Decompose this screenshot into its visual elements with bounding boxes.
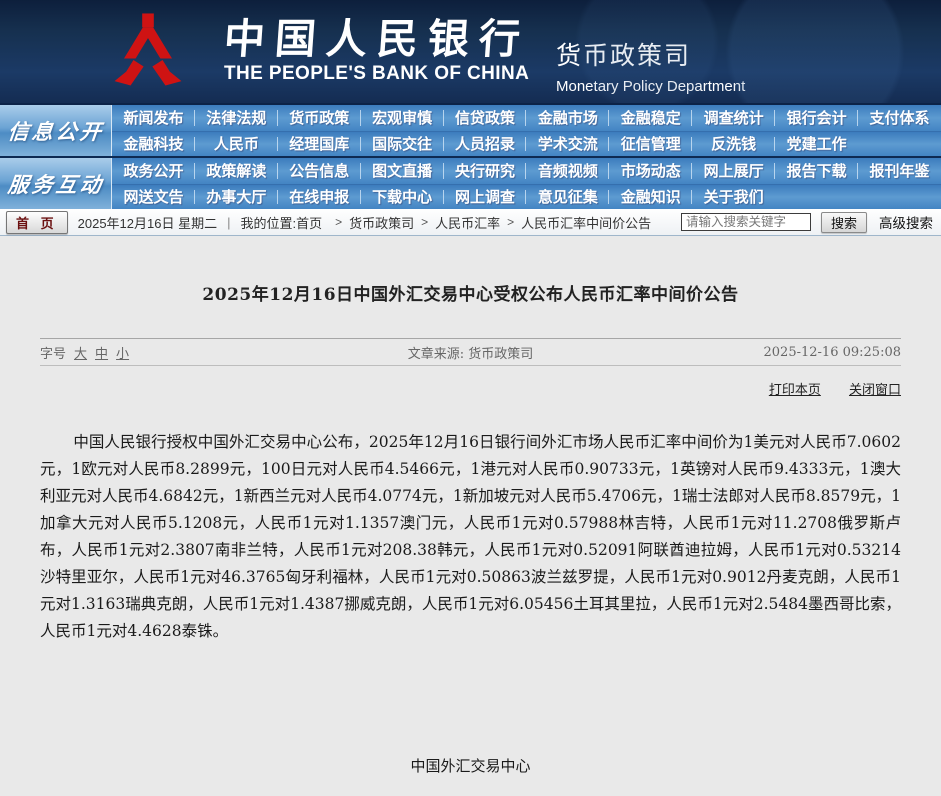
nav-item-policy-interpretation[interactable]: 政策解读 [195,158,278,184]
nav-item-fintech[interactable]: 金融科技 [112,132,195,157]
nav-item-monetary-policy[interactable]: 货币政策 [278,105,361,131]
article-source: 文章来源: 货币政策司 [301,343,640,362]
nav-item-research[interactable]: 央行研究 [444,158,527,184]
nav-item-news[interactable]: 新闻发布 [112,105,195,131]
dept-name-cn: 货币政策司 [556,36,745,72]
nav-section-service: 服务互动 政务公开 政策解读 公告信息 图文直播 央行研究 音频视频 市场动态 … [0,156,941,209]
breadcrumb-dept[interactable]: 货币政策司 [349,213,414,232]
nav-item-international[interactable]: 国际交往 [361,132,444,157]
pboc-logo-icon [100,12,196,92]
nav-item-credit-reporting[interactable]: 征信管理 [609,132,692,157]
search-button[interactable]: 搜索 [821,212,867,233]
nav-item-laws[interactable]: 法律法规 [195,105,278,131]
breadcrumb-arrow: > [507,215,514,229]
dept-name-en: Monetary Policy Department [556,78,745,95]
breadcrumb-announcement[interactable]: 人民币汇率中间价公告 [521,213,651,232]
nav-item-anti-money-laundering[interactable]: 反洗钱 [692,132,775,157]
nav-item-online-filing[interactable]: 在线申报 [278,185,361,210]
article-content: 2025年12月16日中国外汇交易中心受权公布人民币汇率中间价公告 字号 大 中… [0,280,941,796]
nav-item-credit-policy[interactable]: 信贷政策 [444,105,527,131]
article-timestamp: 2025-12-16 09:25:08 [640,345,901,360]
nav-row-1: 新闻发布 法律法规 货币政策 宏观审慎 信贷政策 金融市场 金融稳定 调查统计 … [112,105,941,131]
article-title: 2025年12月16日中国外汇交易中心受权公布人民币汇率中间价公告 [40,280,901,305]
bank-title-block: 中国人民银行 THE PEOPLE'S BANK OF CHINA [224,18,530,85]
nav-item-service-hall[interactable]: 办事大厅 [195,185,278,210]
bank-name-en: THE PEOPLE'S BANK OF CHINA [224,63,530,85]
article-meta-row: 字号 大 中 小 文章来源: 货币政策司 2025-12-16 09:25:08 [40,338,901,366]
fontsize-controls: 字号 大 中 小 [40,343,301,362]
article-actions: 打印本页 关闭窗口 [40,379,901,398]
fontsize-label: 字号 [40,343,66,362]
nav-rows-info: 新闻发布 法律法规 货币政策 宏观审慎 信贷政策 金融市场 金融稳定 调查统计 … [112,105,941,156]
nav-item-online-gallery[interactable]: 网上展厅 [692,158,775,184]
article-signature: 中国外汇交易中心 [40,755,901,776]
current-date: 2025年12月16日 星期二 [78,213,217,232]
nav-item-survey-statistics[interactable]: 调查统计 [692,105,775,131]
nav-item-audio-video[interactable]: 音频视频 [526,158,609,184]
nav-item-financial-knowledge[interactable]: 金融知识 [609,185,692,210]
nav-section-info: 信息公开 新闻发布 法律法规 货币政策 宏观审慎 信贷政策 金融市场 金融稳定 … [0,105,941,156]
nav-item-macro-prudential[interactable]: 宏观审慎 [361,105,444,131]
nav-label-text: 服务互动 [6,169,105,199]
fontsize-small-link[interactable]: 小 [116,343,129,362]
nav-item-gov-disclosure[interactable]: 政务公开 [112,158,195,184]
nav-item-party-building[interactable]: 党建工作 [775,132,858,157]
breadcrumb-arrow: > [335,215,342,229]
nav-row-4: 网送文告 办事大厅 在线申报 下载中心 网上调查 意见征集 金融知识 关于我们 [112,184,941,210]
fontsize-large-link[interactable]: 大 [74,343,87,362]
nav-item-periodicals[interactable]: 报刊年鉴 [858,158,941,184]
breadcrumb-arrow: > [421,215,428,229]
nav-rows-service: 政务公开 政策解读 公告信息 图文直播 央行研究 音频视频 市场动态 网上展厅 … [112,158,941,209]
nav-label-text: 信息公开 [6,116,105,146]
divider: | [227,215,230,230]
breadcrumb-bar: 首 页 2025年12月16日 星期二 | 我的位置:首页 > 货币政策司 > … [0,209,941,236]
close-window-link[interactable]: 关闭窗口 [849,383,901,398]
bank-name-cn: 中国人民银行 [222,18,531,61]
nav-label-service-interaction[interactable]: 服务互动 [0,158,112,209]
nav-item-download-center[interactable]: 下载中心 [361,185,444,210]
nav-item-rmb[interactable]: 人民币 [195,132,278,157]
article-body: 中国人民银行授权中国外汇交易中心公布，2025年12月16日银行间外汇市场人民币… [40,429,901,645]
breadcrumb-rmb-rate[interactable]: 人民币汇率 [435,213,500,232]
location-label: 我的位置:首页 [240,213,322,232]
search-input[interactable] [681,213,811,231]
print-page-link[interactable]: 打印本页 [769,383,821,398]
nav-item-online-survey[interactable]: 网上调查 [444,185,527,210]
site-header: 中国人民银行 THE PEOPLE'S BANK OF CHINA 货币政策司 … [0,0,941,103]
nav-item-feedback[interactable]: 意见征集 [526,185,609,210]
nav-item-about-us[interactable]: 关于我们 [692,185,775,210]
main-nav: 信息公开 新闻发布 法律法规 货币政策 宏观审慎 信贷政策 金融市场 金融稳定 … [0,103,941,209]
nav-item-academic-exchange[interactable]: 学术交流 [526,132,609,157]
dept-title-block: 货币政策司 Monetary Policy Department [556,36,745,103]
search-area: 搜索 高级搜索 [681,212,933,233]
fontsize-medium-link[interactable]: 中 [95,343,108,362]
nav-item-recruitment[interactable]: 人员招录 [444,132,527,157]
nav-item-report-download[interactable]: 报告下载 [775,158,858,184]
nav-label-info-disclosure[interactable]: 信息公开 [0,105,112,156]
nav-item-announcements[interactable]: 公告信息 [278,158,361,184]
advanced-search-link[interactable]: 高级搜索 [879,212,933,232]
nav-row-3: 政务公开 政策解读 公告信息 图文直播 央行研究 音频视频 市场动态 网上展厅 … [112,158,941,184]
nav-item-financial-stability[interactable]: 金融稳定 [609,105,692,131]
nav-item-bank-accounting[interactable]: 银行会计 [775,105,858,131]
nav-item-financial-market[interactable]: 金融市场 [526,105,609,131]
nav-item-market-dynamics[interactable]: 市场动态 [609,158,692,184]
nav-item-live-broadcast[interactable]: 图文直播 [361,158,444,184]
nav-item-documents[interactable]: 网送文告 [112,185,195,210]
pboc-page: 中国人民银行 THE PEOPLE'S BANK OF CHINA 货币政策司 … [0,0,941,796]
home-button[interactable]: 首 页 [6,211,68,234]
nav-row-2: 金融科技 人民币 经理国库 国际交往 人员招录 学术交流 征信管理 反洗钱 党建… [112,131,941,157]
nav-item-treasury[interactable]: 经理国库 [278,132,361,157]
nav-item-payment-system[interactable]: 支付体系 [858,105,941,131]
